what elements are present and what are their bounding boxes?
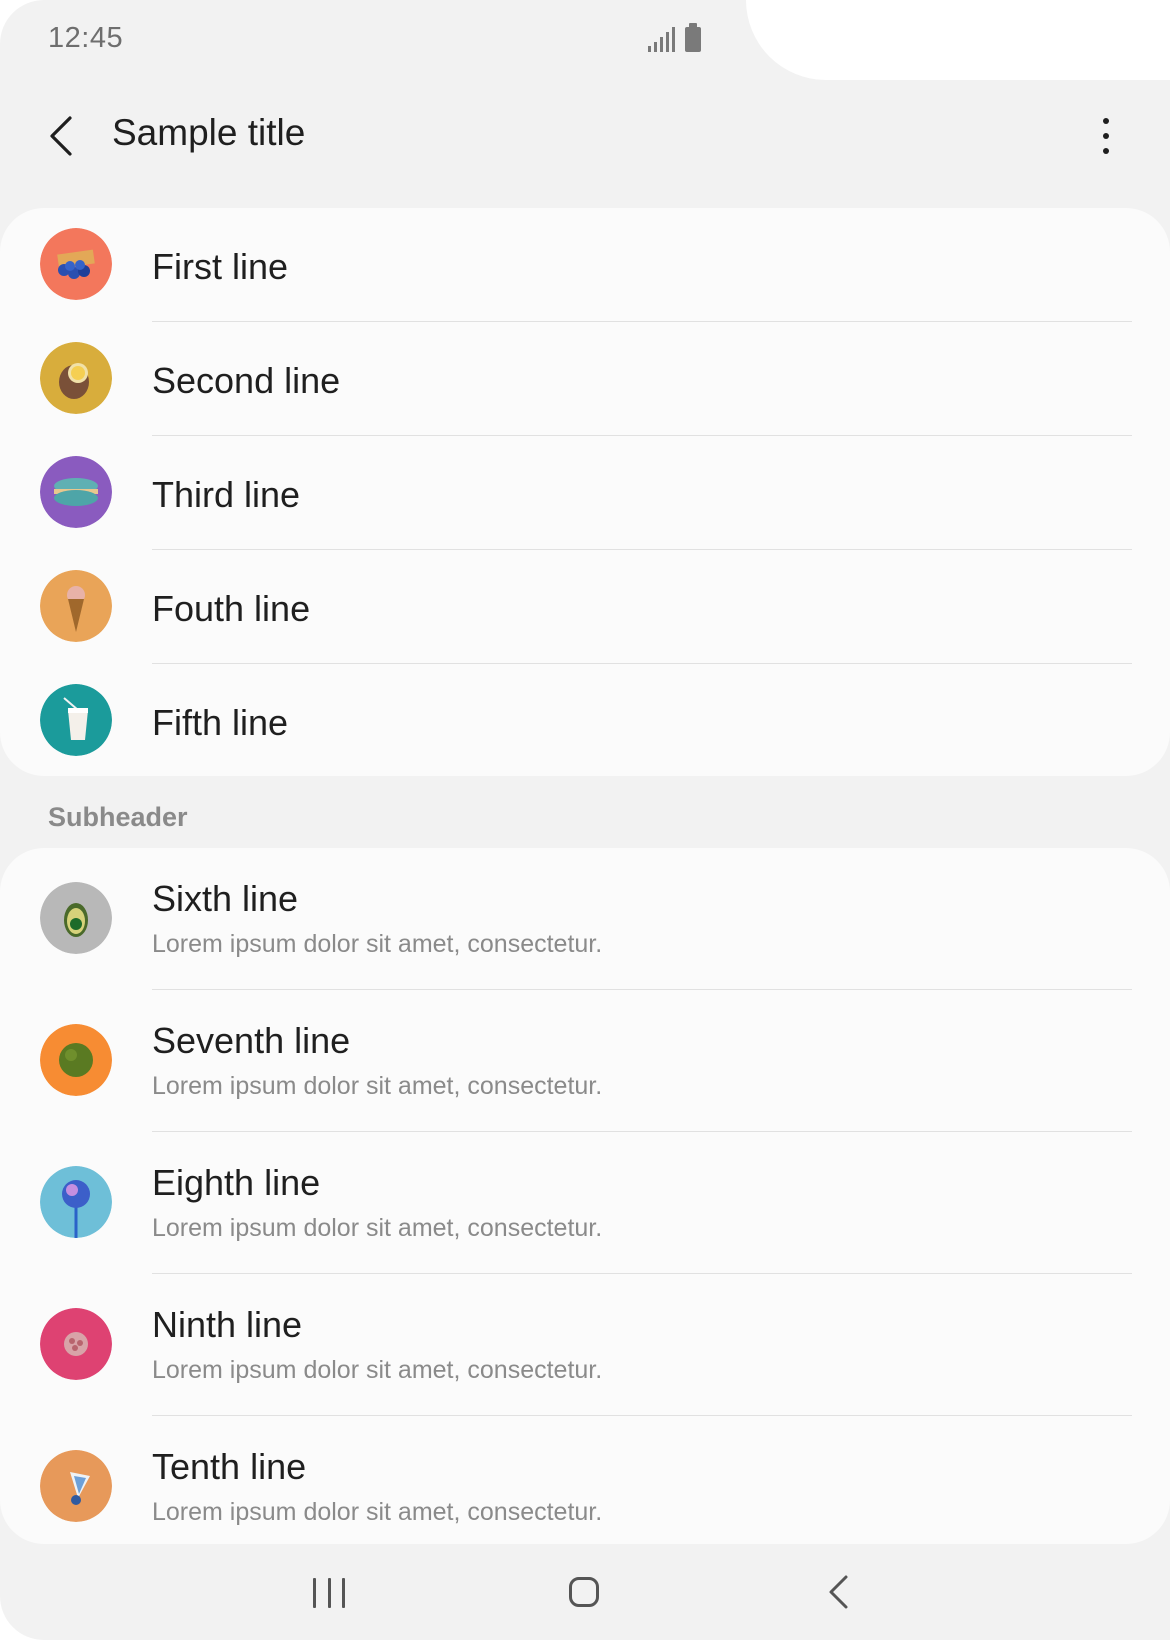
coconut-icon (40, 342, 112, 414)
list-item-subtitle: Lorem ipsum dolor sit amet, consectetur. (152, 1214, 603, 1242)
phone-screen: 12:45 Sample title First line Second lin… (0, 0, 1170, 1640)
lollipop-icon (40, 1166, 112, 1238)
status-time: 12:45 (48, 22, 124, 54)
list-item[interactable]: Fouth line (0, 550, 1170, 664)
navigation-bar (0, 1544, 1170, 1640)
chevron-left-icon[interactable] (44, 114, 84, 158)
list-item[interactable]: Tenth line Lorem ipsum dolor sit amet, c… (0, 1416, 1170, 1544)
list-item[interactable]: Sixth line Lorem ipsum dolor sit amet, c… (0, 848, 1170, 990)
list-item-title: First line (152, 246, 289, 287)
list-card-secondary: Sixth line Lorem ipsum dolor sit amet, c… (0, 848, 1170, 1544)
list-item-title: Eighth line (152, 1162, 321, 1203)
page-title: Sample title (112, 112, 306, 153)
list-item[interactable]: Second line (0, 322, 1170, 436)
list-item-title: Fifth line (152, 702, 289, 743)
list-item[interactable]: Eighth line Lorem ipsum dolor sit amet, … (0, 1132, 1170, 1274)
shuttlecock-icon (40, 1450, 112, 1522)
app-bar: Sample title (0, 88, 1170, 184)
subheader: Subheader (48, 802, 188, 832)
cup-with-straw-icon (40, 684, 112, 756)
blueberries-basket-icon (40, 228, 112, 300)
list-item-title: Ninth line (152, 1304, 303, 1345)
list-item-title: Seventh line (152, 1020, 351, 1061)
list-item-subtitle: Lorem ipsum dolor sit amet, consectetur. (152, 1498, 603, 1526)
display-notch (746, 0, 1170, 80)
list-item-title: Sixth line (152, 878, 299, 919)
list-item-title: Second line (152, 360, 341, 401)
list-item-subtitle: Lorem ipsum dolor sit amet, consectetur. (152, 930, 603, 958)
status-bar: 12:45 (0, 0, 760, 80)
list-item[interactable]: Seventh line Lorem ipsum dolor sit amet,… (0, 990, 1170, 1132)
more-vertical-icon[interactable] (1088, 114, 1124, 158)
list-item[interactable]: Third line (0, 436, 1170, 550)
moss-ball-icon (40, 1024, 112, 1096)
list-item[interactable]: First line (0, 208, 1170, 322)
list-item-title: Third line (152, 474, 301, 515)
home-icon[interactable] (569, 1577, 599, 1607)
list-card-primary: First line Second line Third line Fouth … (0, 208, 1170, 776)
list-item-title: Fouth line (152, 588, 311, 629)
avocado-icon (40, 882, 112, 954)
macaron-icon (40, 456, 112, 528)
list-item[interactable]: Fifth line (0, 664, 1170, 776)
signal-icon (648, 26, 675, 52)
list-item-subtitle: Lorem ipsum dolor sit amet, consectetur. (152, 1072, 603, 1100)
battery-icon (685, 23, 701, 52)
recent-apps-icon[interactable] (313, 1578, 345, 1608)
raspberry-icon (40, 1308, 112, 1380)
back-icon[interactable] (826, 1574, 852, 1610)
ice-cream-cone-icon (40, 570, 112, 642)
list-item-title: Tenth line (152, 1446, 307, 1487)
list-item[interactable]: Ninth line Lorem ipsum dolor sit amet, c… (0, 1274, 1170, 1416)
list-item-subtitle: Lorem ipsum dolor sit amet, consectetur. (152, 1356, 603, 1384)
status-icons (648, 23, 701, 52)
